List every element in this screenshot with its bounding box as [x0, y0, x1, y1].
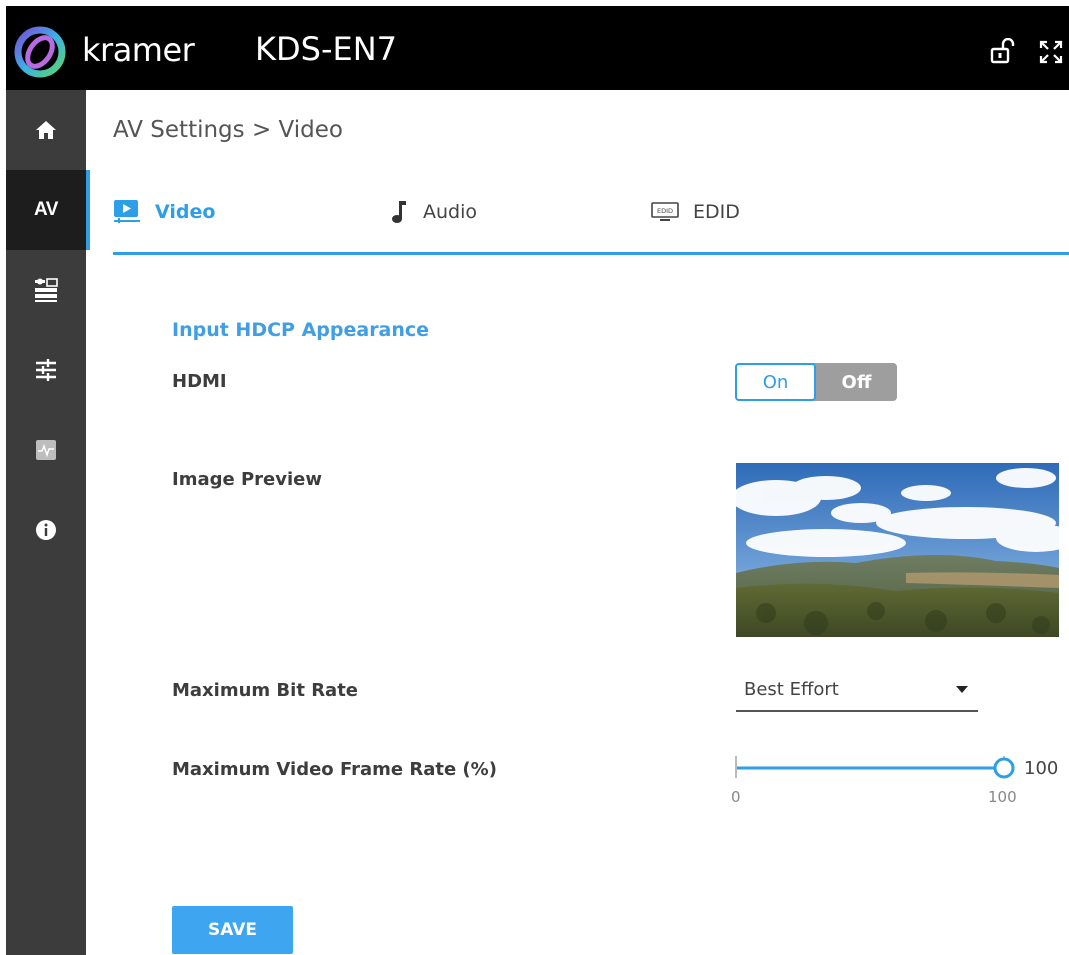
tab-video[interactable]: Video	[113, 190, 215, 234]
bit-rate-label: Maximum Bit Rate	[172, 680, 359, 701]
section-title-hdcp: Input HDCP Appearance	[172, 319, 430, 341]
settings-panel-icon	[35, 278, 58, 302]
video-play-icon	[114, 200, 140, 223]
top-bar: kramer KDS-EN7	[6, 6, 1069, 90]
image-preview	[736, 463, 1059, 637]
edid-icon: EDID	[651, 202, 679, 221]
sidebar-item-adjustments[interactable]	[6, 330, 86, 410]
sidebar-item-av[interactable]: AV	[6, 170, 90, 250]
slider-handle[interactable]	[993, 757, 1015, 779]
sidebar-item-device-settings[interactable]	[6, 250, 86, 330]
info-icon	[36, 520, 56, 540]
tab-edid-label: EDID	[693, 201, 740, 223]
bit-rate-select-value: Best Effort	[744, 679, 839, 700]
tab-audio-label: Audio	[423, 201, 478, 223]
sidebar: AV	[6, 90, 90, 955]
tab-bar: Video Audio EDID EDID	[113, 190, 1069, 255]
landscape-preview-image	[736, 463, 1059, 637]
hdmi-hdcp-toggle[interactable]: On Off	[735, 363, 897, 401]
save-button[interactable]: SAVE	[172, 906, 293, 954]
sidebar-item-home[interactable]	[6, 90, 86, 170]
tab-audio[interactable]: Audio	[389, 190, 477, 234]
image-preview-label: Image Preview	[172, 469, 322, 490]
slider-min-label: 0	[731, 788, 741, 806]
kramer-logo-icon	[14, 26, 66, 78]
svg-text:EDID: EDID	[657, 207, 673, 215]
sliders-icon	[36, 359, 56, 381]
fullscreen-icon[interactable]	[1039, 40, 1063, 64]
hdmi-label: HDMI	[172, 371, 227, 392]
home-icon	[36, 121, 56, 139]
slider-max-label: 100	[988, 788, 1017, 806]
breadcrumb: AV Settings > Video	[113, 117, 343, 143]
diagnostics-icon	[36, 440, 56, 460]
tab-video-label: Video	[155, 201, 216, 223]
music-note-icon	[392, 201, 406, 223]
brand-name: kramer	[82, 31, 195, 69]
lock-icon[interactable]	[989, 38, 1015, 64]
chevron-down-icon	[956, 686, 968, 693]
frame-rate-label: Maximum Video Frame Rate (%)	[172, 759, 497, 780]
toggle-on-option[interactable]: On	[735, 363, 816, 401]
sidebar-item-info[interactable]	[6, 490, 86, 570]
toggle-off-option[interactable]: Off	[816, 363, 897, 401]
sidebar-item-av-label: AV	[34, 199, 58, 220]
frame-rate-value: 100	[1024, 758, 1059, 779]
sidebar-item-diagnostics[interactable]	[6, 410, 86, 490]
bit-rate-select[interactable]: Best Effort	[736, 670, 978, 712]
device-name: KDS-EN7	[255, 30, 397, 68]
tab-edid[interactable]: EDID EDID	[651, 190, 740, 234]
